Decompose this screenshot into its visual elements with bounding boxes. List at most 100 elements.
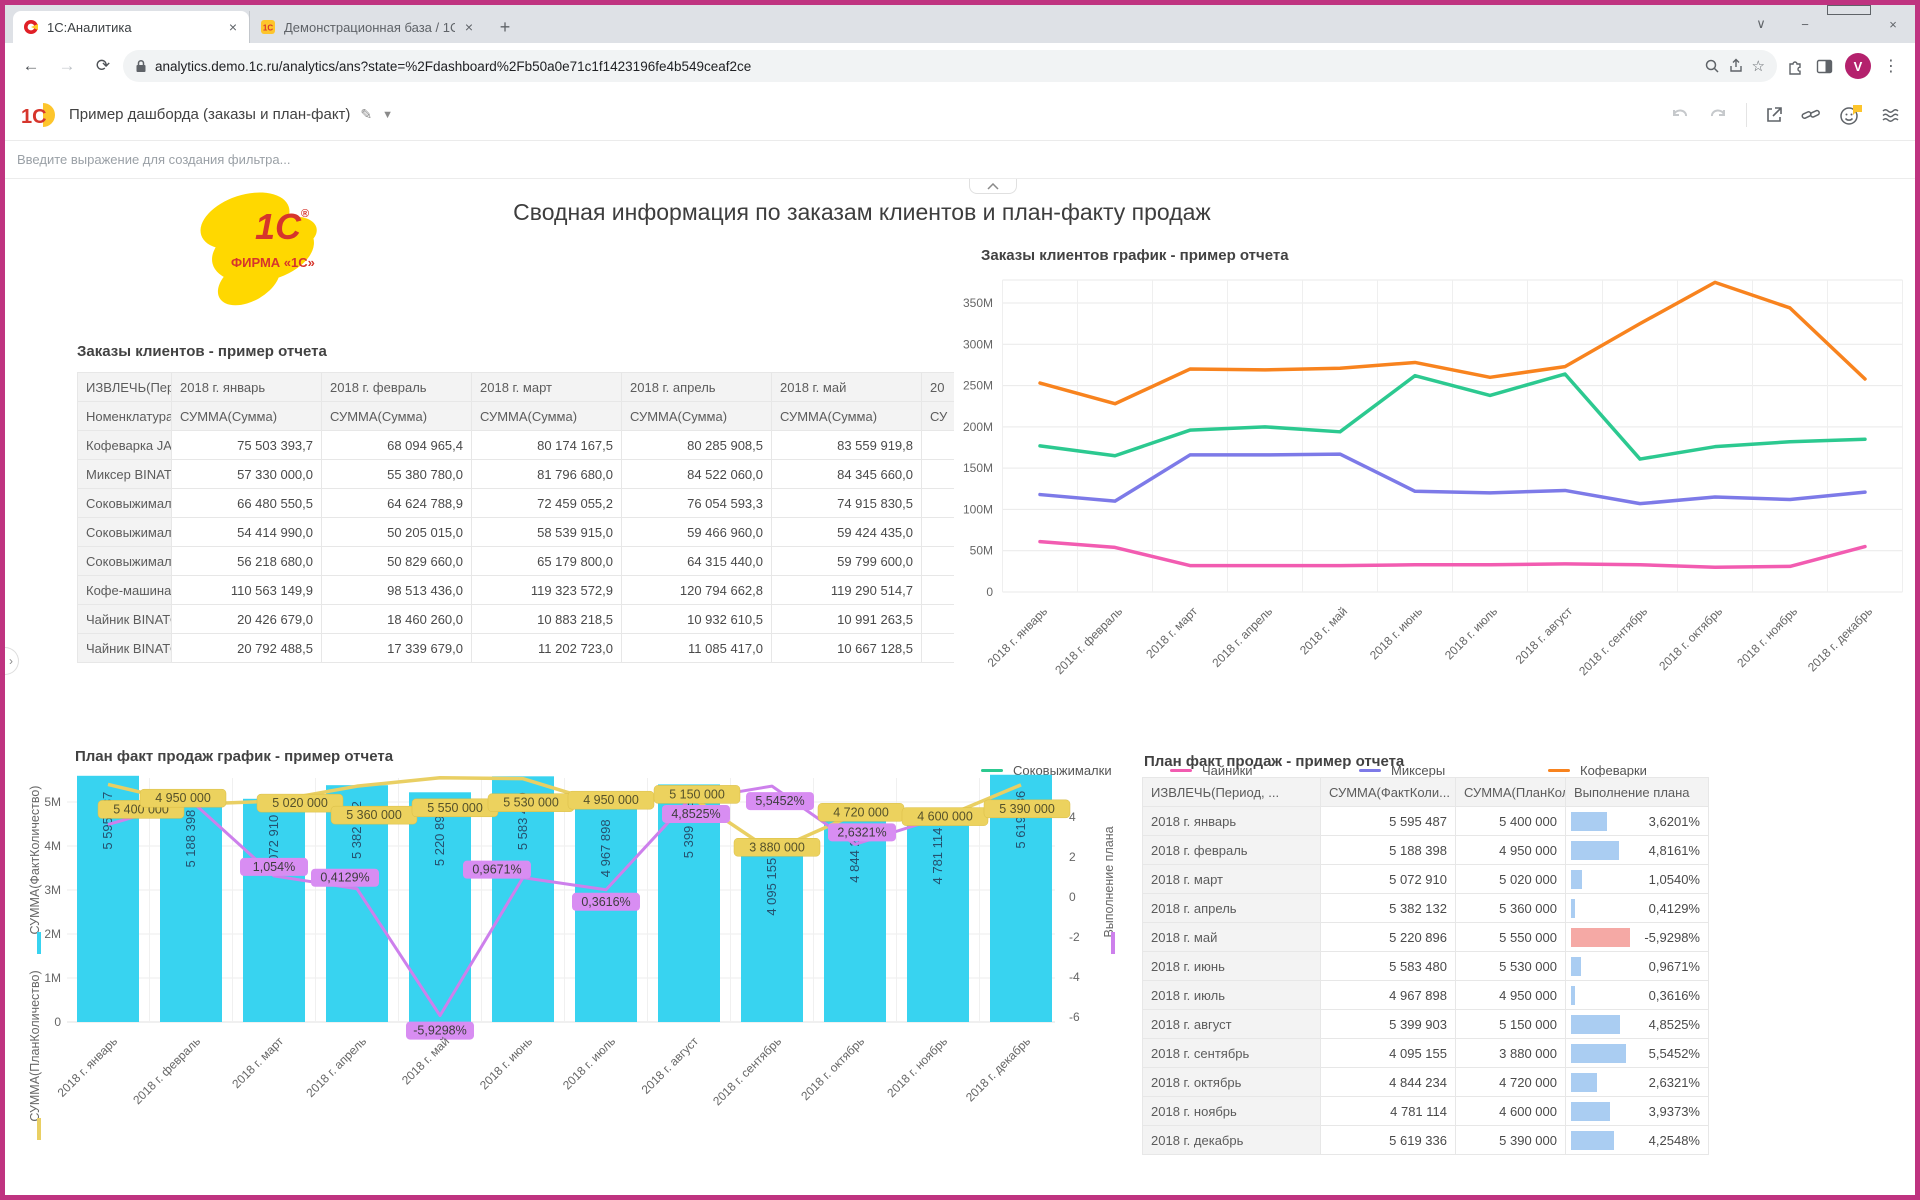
plan-cell[interactable]: 3 880 000 — [1456, 1039, 1566, 1068]
order-sum-cell[interactable]: 120 794 662,8 — [622, 576, 772, 605]
product-name[interactable]: Миксер BINATONE ... — [78, 460, 172, 489]
order-sum-cell[interactable]: 59 466 960,0 — [622, 518, 772, 547]
fact-cell[interactable]: 5 220 896 — [1321, 923, 1456, 952]
fact-cell[interactable]: 5 072 910 — [1321, 865, 1456, 894]
plan-completion-cell[interactable]: 3,6201% — [1566, 807, 1709, 836]
period-cell[interactable]: 2018 г. январь — [1143, 807, 1321, 836]
plan-cell[interactable]: 5 360 000 — [1456, 894, 1566, 923]
plan-completion-cell[interactable]: 0,9671% — [1566, 952, 1709, 981]
order-sum-cell[interactable]: 50 829 660,0 — [322, 547, 472, 576]
tab-analytics[interactable]: 1С:Аналитика × — [13, 11, 249, 43]
period-cell[interactable]: 2018 г. сентябрь — [1143, 1039, 1321, 1068]
period-cell[interactable]: 2018 г. октябрь — [1143, 1068, 1321, 1097]
tab-demo-base[interactable]: 1С Демонстрационная база / 1С:ЕР × — [249, 11, 485, 43]
settings-waves-icon[interactable] — [1881, 106, 1901, 124]
edit-pencil-icon[interactable]: ✎ — [360, 106, 372, 123]
order-sum-cell[interactable]: 75 503 393,7 — [172, 431, 322, 460]
plan-completion-cell[interactable]: 1,0540% — [1566, 865, 1709, 894]
fact-cell[interactable]: 4 967 898 — [1321, 981, 1456, 1010]
period-cell[interactable]: 2018 г. июнь — [1143, 952, 1321, 981]
order-sum-cell[interactable]: 72 459 055,2 — [472, 489, 622, 518]
fact-cell[interactable]: 5 619 336 — [1321, 1126, 1456, 1155]
order-sum-cell[interactable]: 50 205 015,0 — [322, 518, 472, 547]
order-sum-cell[interactable]: 76 054 593,3 — [622, 489, 772, 518]
planfact-bar-chart[interactable]: 5M4M3M2M1M0420-2-4-65 595 4875 188 3985 … — [23, 764, 1151, 1192]
order-sum-cell[interactable]: 83 559 919,8 — [772, 431, 922, 460]
order-sum-cell[interactable]: 54 414 990,0 — [172, 518, 322, 547]
order-sum-cell[interactable]: 98 513 436,0 — [322, 576, 472, 605]
url-text[interactable]: analytics.demo.1c.ru/analytics/ans?state… — [155, 59, 1696, 74]
product-name[interactable]: Чайник BINATONE ... — [78, 634, 172, 663]
plan-cell[interactable]: 5 020 000 — [1456, 865, 1566, 894]
period-cell[interactable]: 2018 г. март — [1143, 865, 1321, 894]
address-bar[interactable]: analytics.demo.1c.ru/analytics/ans?state… — [123, 50, 1777, 82]
plan-completion-cell[interactable]: 0,4129% — [1566, 894, 1709, 923]
side-panel-icon[interactable] — [1816, 58, 1833, 75]
order-sum-cell[interactable]: 10 883 218,5 — [472, 605, 622, 634]
plan-cell[interactable]: 4 720 000 — [1456, 1068, 1566, 1097]
close-window-icon[interactable]: × — [1871, 5, 1915, 43]
plan-completion-cell[interactable]: 2,6321% — [1566, 1068, 1709, 1097]
plan-cell[interactable]: 5 550 000 — [1456, 923, 1566, 952]
product-name[interactable]: Соковыжималка "... — [78, 547, 172, 576]
order-sum-cell[interactable]: 20 426 679,0 — [172, 605, 322, 634]
plan-cell[interactable]: 4 950 000 — [1456, 981, 1566, 1010]
plan-completion-cell[interactable]: 4,8161% — [1566, 836, 1709, 865]
plan-completion-cell[interactable]: 3,9373% — [1566, 1097, 1709, 1126]
period-cell[interactable]: 2018 г. июль — [1143, 981, 1321, 1010]
product-name[interactable]: Кофеварка JACOB... — [78, 431, 172, 460]
order-sum-cell[interactable]: 119 323 572,9 — [472, 576, 622, 605]
period-cell[interactable]: 2018 г. май — [1143, 923, 1321, 952]
order-sum-cell[interactable]: 57 330 000,0 — [172, 460, 322, 489]
order-sum-cell[interactable]: 55 380 780,0 — [322, 460, 472, 489]
redo-icon[interactable] — [1708, 106, 1728, 124]
fact-cell[interactable]: 5 382 132 — [1321, 894, 1456, 923]
back-icon[interactable]: ← — [15, 50, 47, 82]
order-sum-cell[interactable]: 10 991 263,5 — [772, 605, 922, 634]
fact-cell[interactable]: 5 399 903 — [1321, 1010, 1456, 1039]
plan-cell[interactable]: 5 400 000 — [1456, 807, 1566, 836]
order-sum-cell[interactable]: 10 932 610,5 — [622, 605, 772, 634]
order-sum-cell[interactable]: 56 218 680,0 — [172, 547, 322, 576]
plan-completion-cell[interactable]: 5,5452% — [1566, 1039, 1709, 1068]
order-sum-cell[interactable]: 84 522 060,0 — [622, 460, 772, 489]
browser-menu-icon[interactable]: ⋮ — [1883, 56, 1899, 76]
order-sum-cell[interactable]: 68 094 965,4 — [322, 431, 472, 460]
product-name[interactable]: Чайник BINATONE ... — [78, 605, 172, 634]
order-sum-cell[interactable]: 11 085 417,0 — [622, 634, 772, 663]
tab-close-icon[interactable]: × — [227, 19, 239, 35]
order-sum-cell[interactable]: 58 539 915,0 — [472, 518, 622, 547]
period-cell[interactable]: 2018 г. февраль — [1143, 836, 1321, 865]
open-external-icon[interactable] — [1765, 106, 1783, 124]
fact-cell[interactable]: 4 844 234 — [1321, 1068, 1456, 1097]
orders-table[interactable]: ИЗВЛЕЧЬ(Период, ...2018 г. январь2018 г.… — [77, 372, 954, 668]
plan-completion-cell[interactable]: 4,8525% — [1566, 1010, 1709, 1039]
period-cell[interactable]: 2018 г. апрель — [1143, 894, 1321, 923]
order-sum-cell[interactable]: 81 796 680,0 — [472, 460, 622, 489]
window-menu-icon[interactable]: ∨ — [1739, 5, 1783, 43]
legend-item[interactable]: Кофеварки — [1548, 763, 1737, 778]
period-cell[interactable]: 2018 г. август — [1143, 1010, 1321, 1039]
order-sum-cell[interactable]: 64 624 788,9 — [322, 489, 472, 518]
order-sum-cell[interactable]: 74 915 830,5 — [772, 489, 922, 518]
bookmark-star-icon[interactable]: ☆ — [1752, 57, 1765, 75]
tab-close-icon[interactable]: × — [463, 19, 475, 35]
maximize-icon[interactable] — [1827, 5, 1871, 43]
profile-avatar[interactable]: V — [1845, 53, 1871, 79]
order-sum-cell[interactable]: 110 563 149,9 — [172, 576, 322, 605]
order-sum-cell[interactable]: 59 424 435,0 — [772, 518, 922, 547]
share-icon[interactable] — [1728, 58, 1744, 74]
plan-cell[interactable]: 4 600 000 — [1456, 1097, 1566, 1126]
sidebar-expander[interactable]: › — [5, 647, 19, 675]
order-sum-cell[interactable]: 84 345 660,0 — [772, 460, 922, 489]
product-name[interactable]: Соковыжималка S... — [78, 489, 172, 518]
undo-icon[interactable] — [1670, 106, 1690, 124]
collapse-panel-button[interactable] — [969, 179, 1017, 194]
link-icon[interactable] — [1801, 106, 1821, 124]
planfact-table[interactable]: ИЗВЛЕЧЬ(Период, ...СУММА(ФактКоли...СУММ… — [1142, 777, 1710, 1155]
order-sum-cell[interactable]: 66 480 550,5 — [172, 489, 322, 518]
order-sum-cell[interactable]: 18 460 260,0 — [322, 605, 472, 634]
forward-icon[interactable]: → — [51, 50, 83, 82]
order-sum-cell[interactable]: 64 315 440,0 — [622, 547, 772, 576]
feedback-smiley-icon[interactable] — [1839, 104, 1863, 126]
